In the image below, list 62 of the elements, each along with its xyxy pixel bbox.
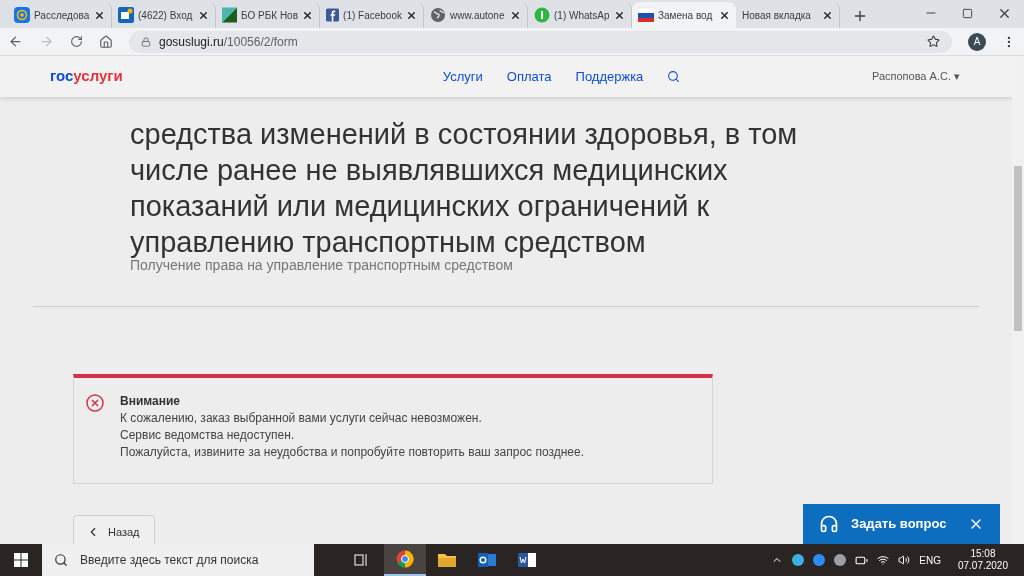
close-icon[interactable]	[719, 9, 730, 21]
alert-message: Сервис ведомства недоступен.	[120, 427, 296, 443]
bookmark-star-icon[interactable]	[927, 35, 940, 48]
close-icon[interactable]	[94, 9, 105, 21]
close-icon[interactable]	[406, 9, 417, 21]
close-icon[interactable]	[198, 9, 209, 21]
browser-tab[interactable]: Замена вод	[632, 2, 736, 28]
user-menu[interactable]: Распопова А.С. ▾	[871, 68, 960, 85]
facebook-icon	[326, 7, 340, 23]
back-icon[interactable]	[8, 34, 23, 49]
page-title-line: управлению транспортным средством	[130, 225, 647, 260]
clock[interactable]: 15:08 07.07.2020	[957, 548, 1008, 572]
chat-widget[interactable]: Задать вопрос	[803, 504, 1000, 544]
url-text: gosuslugi.ru/10056/2/form	[159, 33, 298, 51]
folder-icon[interactable]	[438, 552, 456, 568]
task-view-icon[interactable]	[354, 553, 368, 567]
scrollbar[interactable]	[1012, 56, 1024, 544]
new-tab-icon[interactable]	[852, 8, 868, 24]
tab-title: Новая вкладка	[742, 8, 812, 23]
tab-title: (1) WhatsAp	[554, 8, 610, 23]
search-icon[interactable]	[667, 70, 681, 83]
nav-link[interactable]: Поддержка	[575, 66, 644, 87]
speaker-icon[interactable]	[898, 554, 911, 566]
back-button[interactable]: Назад	[73, 515, 155, 544]
page-title-line: показаний или медицинских ограничений к	[130, 189, 711, 224]
chrome-taskbar-icon[interactable]	[384, 544, 426, 576]
alert-message: Пожалуйста, извините за неудобства и попробуйте повторить ваш запрос позднее.	[120, 444, 585, 460]
page-title-line: средства изменений в состоянии здоровья, в том	[130, 117, 799, 152]
tab-title: Замена вод	[658, 8, 714, 23]
chat-label: Задать вопрос	[851, 515, 948, 534]
flag-icon	[638, 7, 654, 23]
nav-link[interactable]: Услуги	[442, 66, 483, 87]
lock-icon	[141, 36, 151, 47]
alert-title: Внимание	[120, 394, 181, 409]
word-icon[interactable]	[518, 552, 536, 568]
home-icon[interactable]	[99, 34, 113, 49]
windows-start-icon[interactable]	[14, 553, 28, 567]
error-icon	[86, 394, 104, 412]
address-bar[interactable]: gosuslugi.ru/10056/2/form	[129, 30, 952, 53]
inbox-icon	[118, 7, 134, 23]
close-icon[interactable]	[510, 9, 521, 21]
tab-title: www.autone	[450, 8, 506, 23]
alert-message: К сожалению, заказ выбранной вами услуги сейчас невозможен.	[120, 410, 483, 426]
reload-icon[interactable]	[70, 35, 83, 48]
tab-title: (1) Facebook	[343, 8, 402, 23]
language-indicator[interactable]: ENG	[919, 552, 941, 568]
service-subtitle: Получение права на управление транспортным средством	[130, 257, 513, 274]
close-icon[interactable]	[822, 9, 833, 21]
outlook-icon[interactable]	[478, 552, 496, 568]
close-icon[interactable]	[302, 9, 313, 21]
wifi-icon[interactable]	[877, 554, 890, 566]
profile-avatar[interactable]: A	[968, 32, 986, 51]
restore-icon[interactable]	[962, 7, 973, 19]
nav-link[interactable]: Оплата	[506, 66, 552, 87]
tab-title: Расследова	[34, 8, 90, 23]
site-logo[interactable]: госуслуги	[50, 65, 123, 88]
search-icon	[54, 553, 68, 567]
tab-title: БО РБК Нов	[241, 8, 298, 23]
close-icon[interactable]	[614, 9, 625, 21]
page-title-line: числе ранее не выявлявшихся медицинских	[130, 153, 729, 188]
tab-title: (4622) Вход	[138, 8, 194, 23]
taskbar-search-field[interactable]: Введите здесь текст для поиска	[42, 544, 314, 576]
